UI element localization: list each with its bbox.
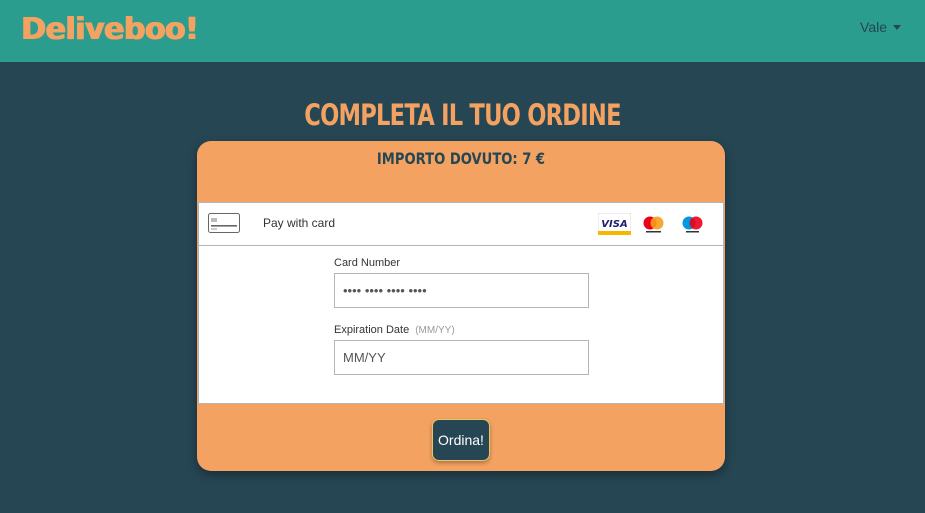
- mastercard-icon: [637, 213, 670, 235]
- card-number-label: Card Number: [334, 257, 401, 269]
- order-button[interactable]: Ordina!: [432, 419, 490, 461]
- caret-down-icon: [893, 25, 901, 30]
- payment-method-label: Pay with card: [263, 216, 336, 230]
- credit-card-icon: [208, 213, 240, 233]
- maestro-icon: [676, 213, 709, 235]
- brand-logo[interactable]: Deliveboo!: [21, 10, 199, 50]
- user-menu-toggle[interactable]: Vale: [860, 19, 901, 35]
- user-name: Vale: [860, 19, 887, 35]
- navbar: Deliveboo! Vale: [0, 0, 925, 62]
- amount-due: Importo dovuto: 7 €: [376, 149, 546, 168]
- card-brands: VISA: [598, 213, 709, 235]
- payment-method-header[interactable]: Pay with card VISA: [199, 203, 723, 246]
- visa-icon: VISA: [598, 213, 631, 235]
- payment-form: Pay with card VISA Card Number •••• ••••…: [198, 202, 724, 404]
- card-number-input[interactable]: •••• •••• •••• ••••: [334, 273, 589, 308]
- page-title: Completa il tuo ordine: [304, 98, 621, 132]
- expiration-date-input[interactable]: MM/YY: [334, 340, 589, 375]
- svg-text:VISA: VISA: [601, 219, 627, 230]
- expiration-label-text: Expiration Date: [334, 324, 410, 336]
- expiration-date-label: Expiration Date (MM/YY): [334, 324, 455, 336]
- expiration-hint: (MM/YY): [415, 325, 455, 336]
- checkout-card: Importo dovuto: 7 € Pay with card VISA: [197, 141, 725, 471]
